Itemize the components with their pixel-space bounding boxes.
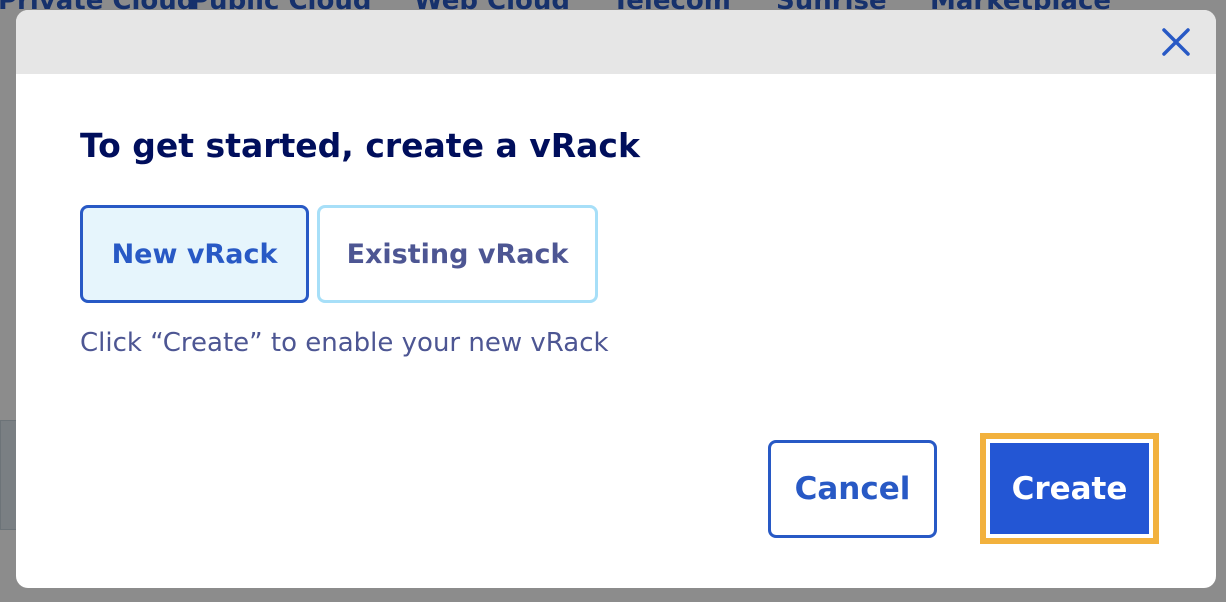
dialog-header — [16, 10, 1216, 74]
dialog-title: To get started, create a vRack — [80, 126, 640, 165]
cancel-button[interactable]: Cancel — [768, 440, 937, 538]
close-button[interactable] — [1156, 24, 1196, 64]
option-existing-vrack[interactable]: Existing vRack — [317, 205, 598, 303]
option-new-vrack-label: New vRack — [111, 238, 278, 270]
option-existing-vrack-label: Existing vRack — [346, 238, 569, 270]
create-vrack-dialog: To get started, create a vRack New vRack… — [16, 10, 1216, 588]
dialog-hint: Click “Create” to enable your new vRack — [80, 328, 609, 358]
create-button[interactable]: Create — [990, 443, 1149, 534]
close-icon — [1161, 27, 1191, 61]
option-new-vrack[interactable]: New vRack — [80, 205, 309, 303]
